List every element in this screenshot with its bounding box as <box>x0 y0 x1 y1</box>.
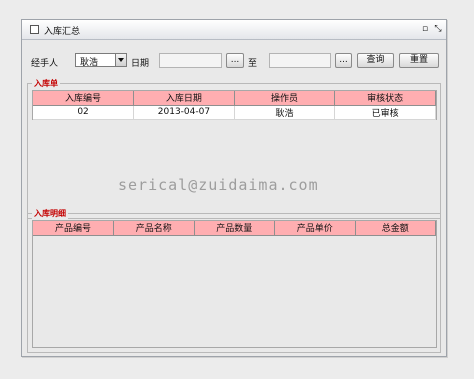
date-label: 日期 <box>131 59 150 69</box>
handler-select[interactable]: 耿浩 <box>75 53 127 68</box>
end-date-field[interactable] <box>269 53 331 68</box>
handler-select-value: 耿浩 <box>80 58 99 68</box>
column-header-inbound-no[interactable]: 入库编号 <box>33 91 135 106</box>
end-date-browse-button[interactable]: ... <box>335 53 352 68</box>
window-icon <box>30 25 39 34</box>
query-button[interactable]: 查询 <box>357 53 394 68</box>
handler-label: 经手人 <box>31 59 59 69</box>
column-header-unit-price[interactable]: 产品单价 <box>274 221 356 236</box>
column-header-product-no[interactable]: 产品编号 <box>33 221 114 236</box>
column-header-inbound-date[interactable]: 入库日期 <box>133 91 235 106</box>
detail-table-header-row: 产品编号 产品名称 产品数量 产品单价 总金额 <box>33 221 436 236</box>
column-header-review-status[interactable]: 审核状态 <box>334 91 436 106</box>
close-icon[interactable]: ⤡ <box>433 24 443 34</box>
detail-panel: 入库明细 产品编号 产品名称 产品数量 产品单价 总金额 <box>27 208 441 353</box>
cell-operator[interactable]: 耿浩 <box>234 105 336 120</box>
inbound-panel: 入库单 入库编号 入库日期 操作员 审核状态 02 2013-04-07 耿浩 <box>27 78 441 219</box>
start-date-field[interactable] <box>159 53 222 68</box>
inbound-table: 入库编号 入库日期 操作员 审核状态 02 2013-04-07 耿浩 已审核 <box>32 90 437 120</box>
cell-review-status[interactable]: 已审核 <box>334 105 436 120</box>
chevron-down-icon[interactable] <box>115 54 126 66</box>
column-header-product-name[interactable]: 产品名称 <box>113 221 195 236</box>
cell-inbound-date[interactable]: 2013-04-07 <box>133 105 235 120</box>
inbound-table-header-row: 入库编号 入库日期 操作员 审核状态 <box>33 91 436 106</box>
to-label: 至 <box>248 59 258 69</box>
detail-panel-legend: 入库明细 <box>32 208 68 219</box>
column-header-total-amount[interactable]: 总金额 <box>355 221 436 236</box>
inbound-panel-legend: 入库单 <box>32 78 60 89</box>
column-header-product-qty[interactable]: 产品数量 <box>194 221 275 236</box>
cell-inbound-no[interactable]: 02 <box>33 105 135 120</box>
column-header-operator[interactable]: 操作员 <box>234 91 336 106</box>
title-bar[interactable]: 入库汇总 ▫ ⤡ <box>22 20 446 40</box>
reset-button[interactable]: 重置 <box>399 53 439 68</box>
watermark: serical@zuidaima.com <box>118 176 319 194</box>
start-date-browse-button[interactable]: ... <box>226 53 244 68</box>
window-title: 入库汇总 <box>44 27 81 37</box>
table-row[interactable]: 02 2013-04-07 耿浩 已审核 <box>33 105 436 120</box>
detail-table: 产品编号 产品名称 产品数量 产品单价 总金额 <box>32 220 437 348</box>
restore-icon[interactable]: ▫ <box>420 24 430 34</box>
